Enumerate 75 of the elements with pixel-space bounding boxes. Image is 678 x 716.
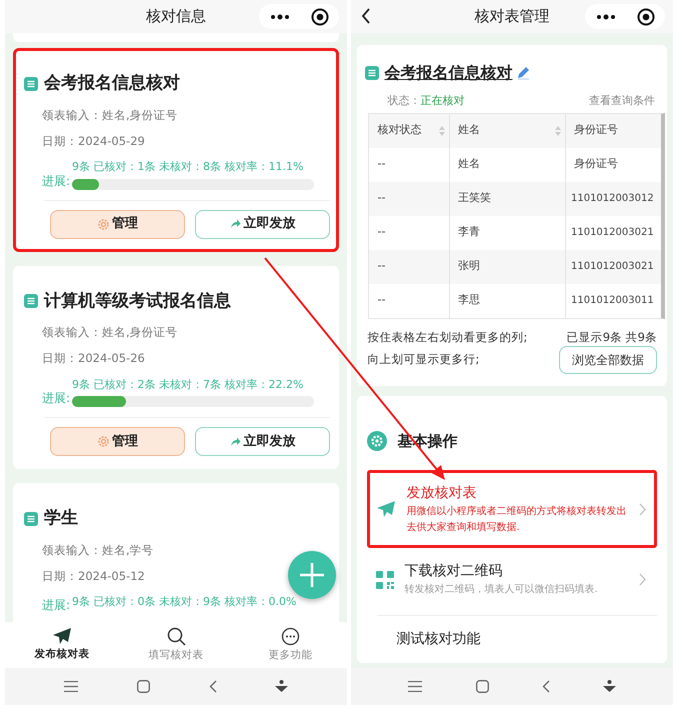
- column-header[interactable]: 核对状态: [369, 114, 450, 148]
- list-icon: [24, 512, 38, 526]
- chevron-icon: [639, 502, 646, 516]
- more-icon[interactable]: [270, 14, 290, 20]
- search-icon: [166, 626, 186, 646]
- gear-icon: [367, 431, 388, 451]
- status-text: 状态：正在核对: [387, 93, 464, 109]
- card-title: 会考报名信息核对: [44, 72, 180, 95]
- more-icon[interactable]: [596, 14, 616, 20]
- sheet-title[interactable]: 会考报名信息核对: [384, 61, 512, 85]
- hint-text: 向上划可显示更多行;: [367, 351, 480, 368]
- list-icon: [365, 66, 380, 80]
- menu-icon[interactable]: [64, 681, 78, 692]
- count-text: 已显示9条 共9条: [566, 328, 657, 346]
- column-header[interactable]: 姓名: [449, 114, 566, 148]
- column-header[interactable]: 身份证号: [565, 114, 662, 148]
- download-icon[interactable]: [275, 680, 288, 693]
- progress-label: 进展:: [42, 390, 70, 407]
- publish-button[interactable]: 立即发放: [195, 210, 330, 238]
- action-item[interactable]: 发放核对表 用微信以小程序或者二维码的方式将核对表转发出去供大家查询和填写数据.: [367, 470, 657, 548]
- progress-label: 进展:: [42, 172, 70, 190]
- home-icon[interactable]: [136, 680, 150, 693]
- list-icon: [24, 294, 38, 308]
- table-cell: --: [369, 250, 450, 284]
- tab[interactable]: 发布核对表: [5, 622, 120, 668]
- progress-text: 9条 已核对：1条 未核对：8条 核对率：11.1%: [72, 159, 304, 175]
- conditions-link[interactable]: 查看查询条件: [589, 93, 655, 110]
- table-cell: --: [369, 284, 450, 318]
- download-icon[interactable]: [603, 680, 616, 693]
- list-icon: [24, 76, 38, 91]
- table-cell: 1101012003011: [565, 284, 662, 318]
- table-cell: 1101012003012: [565, 182, 662, 216]
- progress-label: 进展:: [42, 596, 70, 614]
- home-icon[interactable]: [476, 680, 489, 693]
- pencil-icon[interactable]: [517, 66, 530, 80]
- page-title: 核对信息: [146, 6, 206, 28]
- date-text: 日期：2024-05-12: [41, 568, 145, 585]
- page-title: 核对表管理: [474, 6, 550, 28]
- progress-text: 9条 已核对：0条 未核对：9条 核对率：0.0%: [72, 594, 296, 610]
- table-cell: 1101012003021: [565, 250, 662, 284]
- fields-text: 领表输入：姓名,身份证号: [41, 324, 178, 341]
- menu-capsule[interactable]: [585, 4, 665, 29]
- publish-button[interactable]: 立即发放: [195, 427, 330, 456]
- table-cell: --: [369, 182, 450, 216]
- back-icon[interactable]: [361, 8, 372, 24]
- card-title: 计算机等级考试报名信息: [44, 290, 231, 312]
- fields-text: 领表输入：姓名,学号: [41, 542, 154, 558]
- share-icon: [230, 436, 242, 446]
- table-cell: 王笑笑: [449, 182, 566, 216]
- hint-text: 按住表格左右划动看更多的列;: [367, 328, 528, 346]
- tab[interactable]: 更多功能: [233, 622, 348, 668]
- plus-icon: [299, 562, 326, 588]
- table-cell: 张明: [449, 250, 566, 284]
- menu-capsule[interactable]: [259, 4, 340, 29]
- share-icon: [230, 219, 242, 229]
- chevron-icon: [639, 573, 646, 586]
- gear-icon: [97, 218, 110, 230]
- tab[interactable]: 填写核对表: [119, 622, 234, 668]
- qr-code-icon: [376, 570, 394, 588]
- fields-text: 领表输入：姓名,身份证号: [41, 106, 178, 124]
- menu-icon[interactable]: [408, 681, 422, 692]
- target-icon[interactable]: [310, 8, 329, 26]
- send-icon: [376, 500, 396, 518]
- gear-icon: [97, 435, 110, 448]
- manage-button[interactable]: 管理: [50, 427, 186, 456]
- manage-button[interactable]: 管理: [50, 210, 186, 238]
- send-icon: [52, 627, 72, 646]
- progress-text: 9条 已核对：2条 未核对：7条 核对率：22.2%: [72, 376, 304, 392]
- date-text: 日期：2024-05-26: [41, 350, 145, 368]
- browse-button[interactable]: 浏览全部数据: [559, 346, 657, 374]
- date-text: 日期：2024-05-29: [41, 132, 145, 150]
- more-icon: [280, 626, 300, 646]
- card-title: 学生: [44, 507, 78, 530]
- target-icon[interactable]: [636, 8, 654, 26]
- table-cell: 李思: [449, 284, 566, 318]
